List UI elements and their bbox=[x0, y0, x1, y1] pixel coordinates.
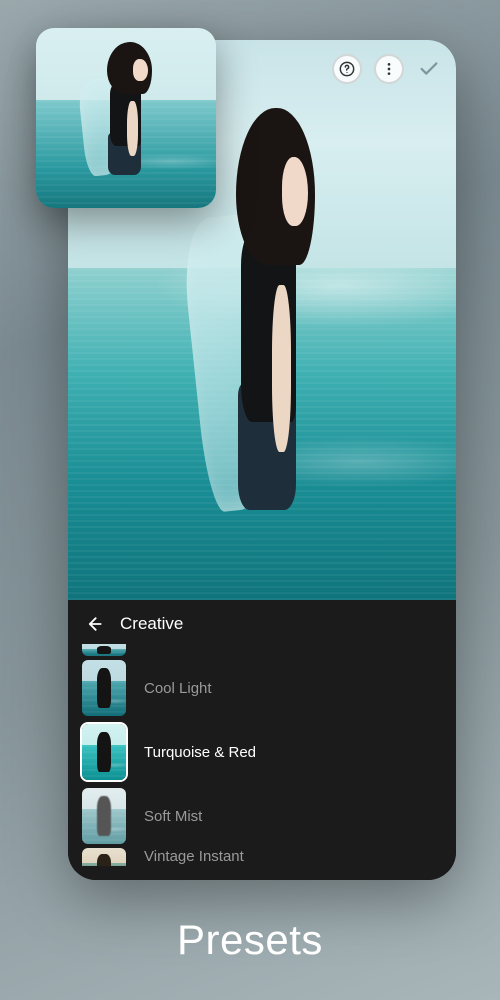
preset-label: Vintage Instant bbox=[144, 848, 244, 865]
more-icon[interactable] bbox=[374, 54, 404, 84]
preset-label: Turquoise & Red bbox=[144, 744, 256, 761]
preset-item-soft-mist[interactable]: Soft Mist bbox=[68, 784, 456, 848]
preset-thumb[interactable] bbox=[82, 644, 126, 656]
app-promo-background: Creative Cool Light bbox=[0, 0, 500, 1000]
back-arrow-icon[interactable] bbox=[84, 614, 104, 634]
preset-thumb[interactable] bbox=[82, 848, 126, 866]
top-toolbar bbox=[332, 54, 442, 84]
original-thumbnail-popout bbox=[36, 28, 216, 208]
help-icon[interactable] bbox=[332, 54, 362, 84]
presets-panel: Creative Cool Light bbox=[68, 600, 456, 880]
preset-item-vintage-instant[interactable]: Vintage Instant bbox=[68, 848, 456, 866]
promo-caption: Presets bbox=[0, 916, 500, 964]
preset-label: Soft Mist bbox=[144, 808, 202, 825]
preset-label: Cool Light bbox=[144, 680, 212, 697]
panel-title: Creative bbox=[120, 614, 183, 634]
preset-thumb[interactable] bbox=[82, 660, 126, 716]
confirm-check-icon[interactable] bbox=[416, 56, 442, 82]
preset-thumb[interactable] bbox=[82, 788, 126, 844]
panel-header: Creative bbox=[68, 600, 456, 644]
preset-list[interactable]: Cool Light Turquoise & Red Soft Mist bbox=[68, 644, 456, 866]
preset-item-turquoise-red[interactable]: Turquoise & Red bbox=[68, 720, 456, 784]
preset-thumb[interactable] bbox=[82, 724, 126, 780]
preset-item-cool-light[interactable]: Cool Light bbox=[68, 656, 456, 720]
